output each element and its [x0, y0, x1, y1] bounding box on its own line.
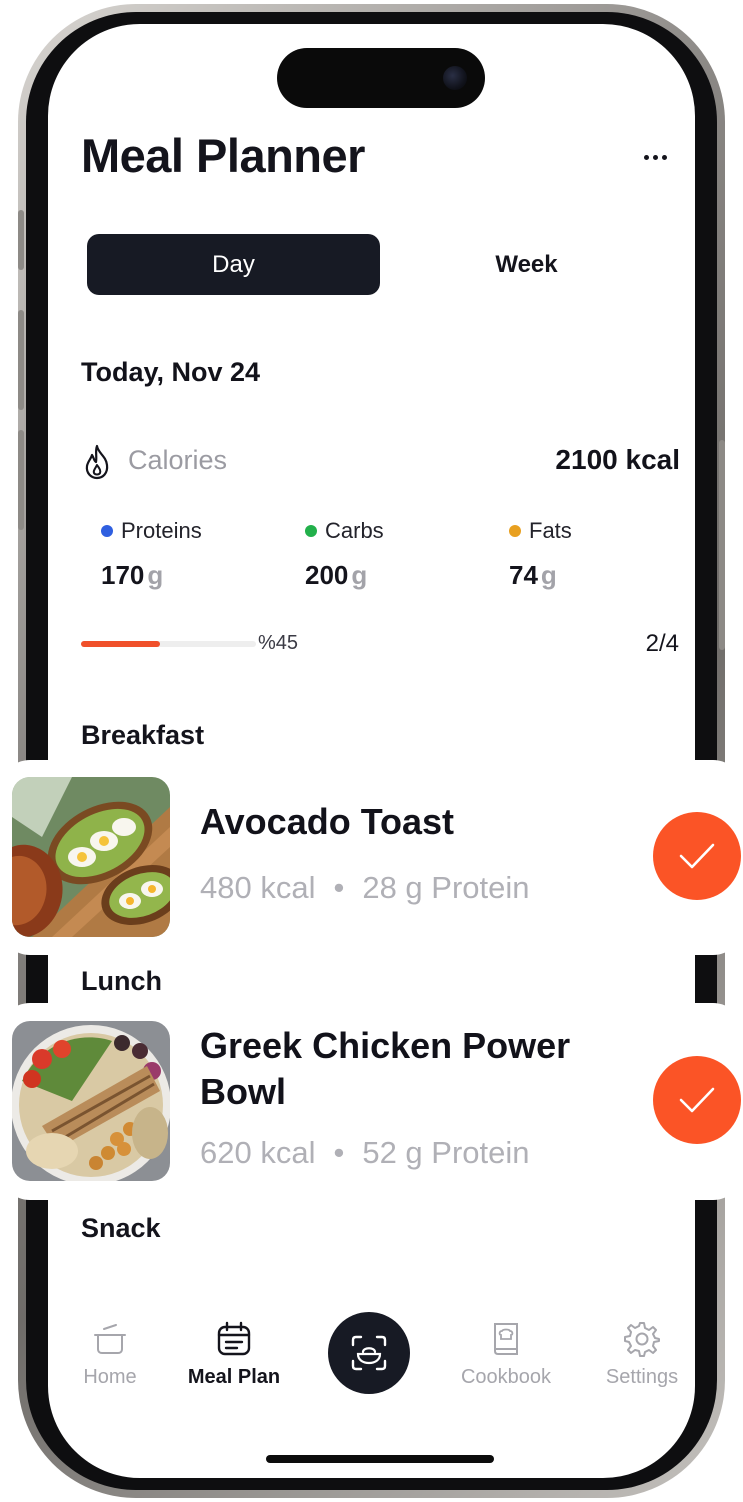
macro-name: Fats — [529, 518, 572, 543]
meta-separator: • — [333, 870, 345, 905]
daily-progress-bar — [81, 641, 256, 647]
macro-amount: 170 — [101, 560, 145, 590]
tab-settings-label: Settings — [605, 1366, 679, 1388]
proteins-dot — [101, 525, 113, 537]
gear-icon — [624, 1322, 660, 1357]
meal-complete-button[interactable] — [653, 1056, 741, 1144]
camera-icon — [443, 66, 467, 90]
home-indicator — [266, 1455, 494, 1463]
macro-unit: g — [540, 560, 557, 590]
check-icon — [679, 1087, 715, 1113]
macro-proteins: Proteins 170 g — [101, 518, 202, 591]
tab-cookbook[interactable]: Cookbook — [446, 1320, 566, 1389]
meta-separator: • — [333, 1135, 345, 1170]
flame-icon — [85, 444, 109, 480]
power-button — [719, 440, 725, 650]
date-heading: Today, Nov 24 — [81, 357, 261, 387]
progress-fill — [81, 641, 160, 647]
calories-value: 2100 kcal — [555, 444, 680, 475]
dynamic-island — [277, 48, 485, 108]
macro-fats: Fats 74 g — [509, 518, 572, 591]
action-button — [18, 210, 24, 270]
macro-name: Proteins — [121, 518, 202, 543]
volume-up-button — [18, 310, 24, 410]
tab-meal-plan[interactable]: Meal Plan — [174, 1320, 294, 1389]
tab-cookbook-label: Cookbook — [460, 1366, 552, 1388]
tab-day[interactable]: Day — [87, 234, 380, 295]
tab-week[interactable]: Week — [380, 234, 673, 295]
section-lunch: Lunch — [81, 966, 162, 996]
tab-settings[interactable]: Settings — [582, 1320, 702, 1389]
meal-protein: 28 g Protein — [362, 870, 530, 905]
macro-carbs: Carbs 200 g — [305, 518, 384, 591]
volume-down-button — [18, 430, 24, 530]
more-options-button[interactable] — [640, 142, 670, 172]
avocado-toast-photo — [12, 777, 170, 937]
meal-complete-button[interactable] — [653, 812, 741, 900]
tab-meal-plan-label: Meal Plan — [187, 1366, 281, 1388]
macro-unit: g — [351, 560, 368, 590]
macro-amount: 74 — [509, 560, 538, 590]
meal-meta: 620 kcal • 52 g Protein — [200, 1135, 530, 1171]
tab-home[interactable]: Home — [50, 1320, 170, 1389]
cooking-pot-icon — [94, 1324, 126, 1354]
app-screen: Meal Planner Day Week Today, Nov 24 Calo… — [48, 24, 695, 1478]
meal-card-lunch[interactable]: Greek Chicken Power Bowl 620 kcal • 52 g P… — [0, 1003, 743, 1200]
tab-week-label: Week — [495, 250, 558, 278]
section-snack: Snack — [81, 1213, 161, 1243]
progress-count: 2/4 — [645, 630, 679, 657]
check-icon — [679, 843, 715, 869]
fats-dot — [509, 525, 521, 537]
carbs-dot — [305, 525, 317, 537]
meal-protein: 52 g Protein — [362, 1135, 530, 1170]
tab-home-label: Home — [83, 1366, 137, 1388]
page-title: Meal Planner — [81, 129, 365, 182]
calories-label: Calories — [128, 445, 228, 475]
chicken-bowl-photo — [12, 1021, 170, 1181]
meal-meta: 480 kcal • 28 g Protein — [200, 870, 530, 906]
meal-card-breakfast[interactable]: Avocado Toast 480 kcal • 28 g Protein — [0, 760, 743, 955]
macro-amount: 200 — [305, 560, 349, 590]
meal-kcal: 620 kcal — [200, 1135, 316, 1170]
scan-food-icon — [351, 1335, 387, 1371]
meal-name: Greek Chicken Power Bowl — [200, 1025, 571, 1112]
section-breakfast: Breakfast — [81, 720, 205, 750]
more-horizontal-icon — [643, 154, 649, 160]
macro-unit: g — [147, 560, 164, 590]
meal-kcal: 480 kcal — [200, 870, 316, 905]
progress-percent: %45 — [258, 632, 299, 654]
tab-day-label: Day — [212, 250, 255, 278]
calendar-icon — [217, 1321, 251, 1356]
meal-name: Avocado Toast — [200, 801, 455, 842]
macro-name: Carbs — [325, 518, 384, 543]
scan-food-button[interactable] — [328, 1312, 410, 1394]
cookbook-icon — [494, 1323, 518, 1355]
